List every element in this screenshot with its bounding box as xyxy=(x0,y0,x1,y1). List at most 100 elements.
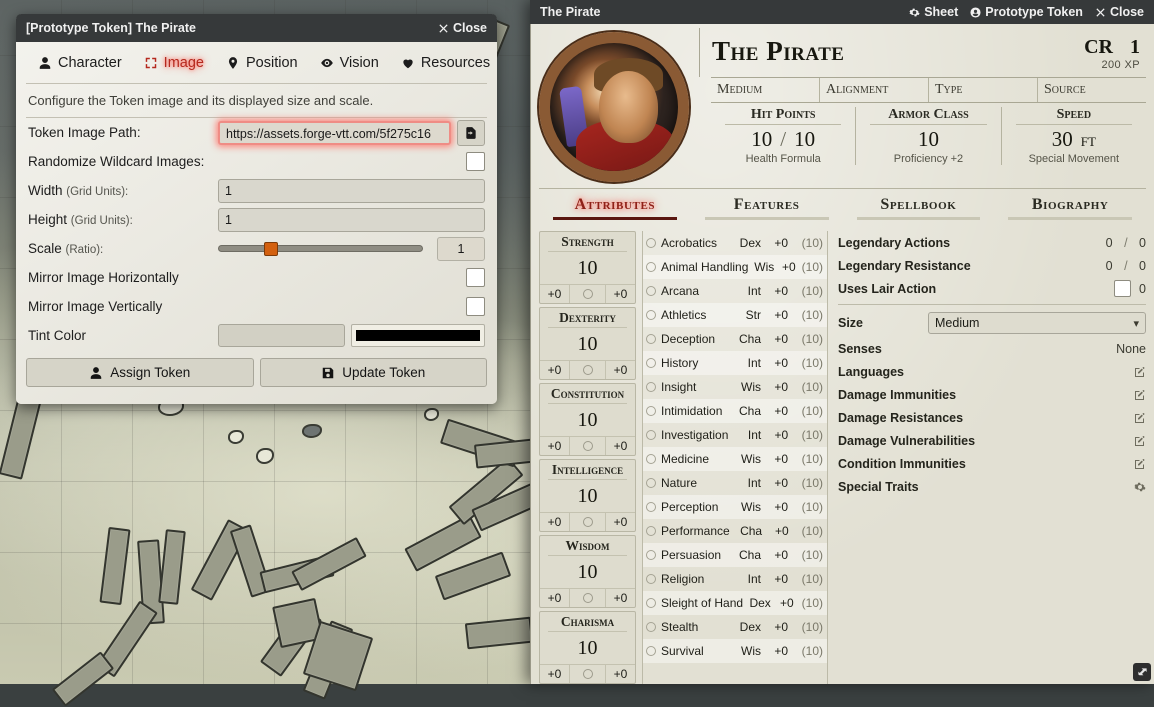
skill-row[interactable]: Sleight of HandDex+0(10) xyxy=(643,591,827,615)
edit-icon[interactable] xyxy=(1134,435,1146,447)
legendary-actions-row[interactable]: Legendary Actions 0 / 0 xyxy=(838,231,1146,254)
skill-row[interactable]: NatureInt+0(10) xyxy=(643,471,827,495)
lair-action-checkbox[interactable] xyxy=(1114,280,1131,297)
resize-handle[interactable] xyxy=(1133,663,1151,681)
skill-proficiency-icon[interactable] xyxy=(646,646,656,656)
skill-row[interactable]: PerceptionWis+0(10) xyxy=(643,495,827,519)
ability-save[interactable]: +0 xyxy=(605,665,635,683)
ability-modifier[interactable]: +0 xyxy=(540,285,570,303)
skill-row[interactable]: SurvivalWis+0(10) xyxy=(643,639,827,663)
ability-proficiency-toggle[interactable] xyxy=(570,517,605,527)
size-select[interactable]: Medium ▾ xyxy=(928,312,1146,334)
lair-action-value[interactable]: 0 xyxy=(1139,282,1146,296)
ability-save[interactable]: +0 xyxy=(605,437,635,455)
tint-color-swatch[interactable] xyxy=(351,324,486,347)
ability-block[interactable]: Intelligence10+0+0 xyxy=(539,459,636,532)
skill-row[interactable]: InsightWis+0(10) xyxy=(643,375,827,399)
trait-row[interactable]: Languages xyxy=(838,360,1146,383)
ability-score[interactable]: 10 xyxy=(578,480,598,512)
update-token-button[interactable]: Update Token xyxy=(260,358,488,387)
character-name[interactable]: The Pirate xyxy=(712,36,1084,67)
ability-score[interactable]: 10 xyxy=(578,328,598,360)
special-movement-label[interactable]: Special Movement xyxy=(1006,153,1142,165)
skill-row[interactable]: Animal HandlingWis+0(10) xyxy=(643,255,827,279)
meta-alignment[interactable]: Alignment xyxy=(819,78,928,102)
ability-score[interactable]: 10 xyxy=(578,404,598,436)
legendary-actions-max[interactable]: 0 xyxy=(1139,236,1146,250)
ability-proficiency-toggle[interactable] xyxy=(570,365,605,375)
tab-spellbook[interactable]: Spellbook xyxy=(843,196,995,225)
skill-proficiency-icon[interactable] xyxy=(646,550,656,560)
meta-type[interactable]: Type xyxy=(928,78,1037,102)
skill-proficiency-icon[interactable] xyxy=(646,358,656,368)
lair-action-row[interactable]: Uses Lair Action 0 xyxy=(838,277,1146,300)
ability-proficiency-toggle[interactable] xyxy=(570,441,605,451)
trait-row[interactable]: SensesNone xyxy=(838,337,1146,360)
tab-features[interactable]: Features xyxy=(691,196,843,225)
edit-icon[interactable] xyxy=(1134,412,1146,424)
mirror-vertical-checkbox[interactable] xyxy=(466,297,485,316)
randomize-wildcard-checkbox[interactable] xyxy=(466,152,485,171)
skill-row[interactable]: ReligionInt+0(10) xyxy=(643,567,827,591)
skill-proficiency-icon[interactable] xyxy=(646,430,656,440)
edit-icon[interactable] xyxy=(1134,389,1146,401)
ability-score[interactable]: 10 xyxy=(578,556,598,588)
ability-modifier[interactable]: +0 xyxy=(540,437,570,455)
trait-row[interactable]: Damage Vulnerabilities xyxy=(838,429,1146,452)
ability-score[interactable]: 10 xyxy=(578,252,598,284)
sheet-config-button[interactable]: Sheet xyxy=(909,5,958,19)
skill-proficiency-icon[interactable] xyxy=(646,382,656,392)
skill-proficiency-icon[interactable] xyxy=(646,262,656,272)
height-input[interactable]: 1 xyxy=(218,208,485,232)
token-dialog-close-button[interactable]: Close xyxy=(438,21,487,35)
skill-proficiency-icon[interactable] xyxy=(646,310,656,320)
tab-character[interactable]: Character xyxy=(30,53,130,73)
speed-number[interactable]: 30 xyxy=(1052,127,1073,152)
legendary-actions-current[interactable]: 0 xyxy=(1106,236,1113,250)
skill-proficiency-icon[interactable] xyxy=(646,574,656,584)
mirror-horizontal-checkbox[interactable] xyxy=(466,268,485,287)
token-dialog-titlebar[interactable]: [Prototype Token] The Pirate Close xyxy=(16,14,497,42)
width-input[interactable]: 1 xyxy=(218,179,485,203)
cr-value[interactable]: 1 xyxy=(1130,36,1140,58)
skill-proficiency-icon[interactable] xyxy=(646,598,656,608)
edit-icon[interactable] xyxy=(1134,366,1146,378)
hit-points-block[interactable]: Hit Points 10 / 10 Health Formula xyxy=(711,107,855,165)
edit-icon[interactable] xyxy=(1134,458,1146,470)
tab-vision[interactable]: Vision xyxy=(312,53,387,73)
ability-save[interactable]: +0 xyxy=(605,589,635,607)
prototype-token-button[interactable]: Prototype Token xyxy=(970,5,1083,19)
speed-block[interactable]: Speed 30 FT Special Movement xyxy=(1001,107,1146,165)
ac-value[interactable]: 10 xyxy=(918,127,939,152)
ability-save[interactable]: +0 xyxy=(605,361,635,379)
hp-current[interactable]: 10 xyxy=(751,127,772,152)
skill-row[interactable]: DeceptionCha+0(10) xyxy=(643,327,827,351)
meta-source[interactable]: Source xyxy=(1037,78,1146,102)
skill-proficiency-icon[interactable] xyxy=(646,622,656,632)
tint-color-input[interactable] xyxy=(218,324,345,347)
ability-proficiency-toggle[interactable] xyxy=(570,593,605,603)
scale-slider-track[interactable] xyxy=(218,245,423,252)
ability-save[interactable]: +0 xyxy=(605,285,635,303)
ability-block[interactable]: Wisdom10+0+0 xyxy=(539,535,636,608)
skill-row[interactable]: AcrobaticsDex+0(10) xyxy=(643,231,827,255)
skill-proficiency-icon[interactable] xyxy=(646,238,656,248)
prototype-token-dialog[interactable]: [Prototype Token] The Pirate Close Chara… xyxy=(16,14,497,404)
trait-row[interactable]: Special Traits xyxy=(838,475,1146,498)
ability-modifier[interactable]: +0 xyxy=(540,361,570,379)
ability-block[interactable]: Strength10+0+0 xyxy=(539,231,636,304)
character-portrait[interactable] xyxy=(539,32,689,182)
legendary-resistance-current[interactable]: 0 xyxy=(1106,259,1113,273)
skill-row[interactable]: MedicineWis+0(10) xyxy=(643,447,827,471)
assign-token-button[interactable]: Assign Token xyxy=(26,358,254,387)
tab-resources[interactable]: Resources xyxy=(393,53,497,73)
ability-modifier[interactable]: +0 xyxy=(540,665,570,683)
sheet-close-button[interactable]: Close xyxy=(1095,5,1144,19)
legendary-resistance-max[interactable]: 0 xyxy=(1139,259,1146,273)
legendary-resistance-row[interactable]: Legendary Resistance 0 / 0 xyxy=(838,254,1146,277)
ability-proficiency-toggle[interactable] xyxy=(570,289,605,299)
tab-position[interactable]: Position xyxy=(218,53,306,73)
skill-proficiency-icon[interactable] xyxy=(646,286,656,296)
trait-row[interactable]: Condition Immunities xyxy=(838,452,1146,475)
skill-row[interactable]: AthleticsStr+0(10) xyxy=(643,303,827,327)
